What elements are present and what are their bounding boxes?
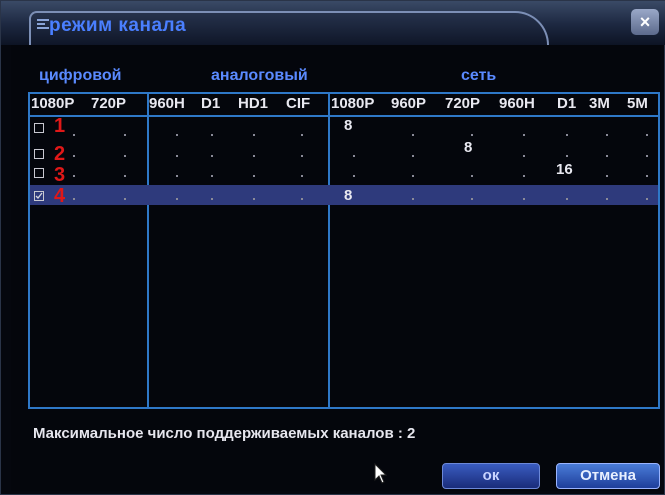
ok-button[interactable]: ок [442, 463, 540, 489]
empty-cell-dot [73, 198, 75, 200]
empty-cell-dot [646, 198, 648, 200]
close-icon[interactable]: × [631, 9, 659, 35]
empty-cell-dot [471, 198, 473, 200]
empty-cell-dot [353, 175, 355, 177]
row-2-net-720p-value: 8 [464, 139, 473, 156]
grid-divider-analog [328, 92, 330, 409]
group-analog-label: аналоговый [211, 67, 308, 84]
col-net-d1: D1 [557, 95, 577, 112]
empty-cell-dot [301, 198, 303, 200]
empty-cell-dot [412, 175, 414, 177]
empty-cell-dot [176, 198, 178, 200]
grid-divider-digital [147, 92, 149, 409]
check-icon [35, 192, 43, 199]
col-analog-cif: CIF [286, 95, 311, 112]
empty-cell-dot [253, 198, 255, 200]
empty-cell-dot [523, 155, 525, 157]
empty-cell-dot [523, 175, 525, 177]
cancel-button[interactable]: Отмена [556, 463, 660, 489]
empty-cell-dot [124, 134, 126, 136]
max-channels-label: Максимальное число поддерживаемых канало… [33, 425, 416, 442]
empty-cell-dot [176, 134, 178, 136]
empty-cell-dot [646, 155, 648, 157]
empty-cell-dot [566, 155, 568, 157]
empty-cell-dot [606, 198, 608, 200]
group-network-label: сеть [461, 67, 497, 84]
empty-cell-dot [606, 175, 608, 177]
row-2-marker: 2 [54, 143, 66, 165]
empty-cell-dot [523, 198, 525, 200]
empty-cell-dot [471, 134, 473, 136]
empty-cell-dot [566, 134, 568, 136]
col-net-960p: 960P [391, 95, 427, 112]
empty-cell-dot [566, 198, 568, 200]
col-net-1080p: 1080P [331, 95, 375, 112]
empty-cell-dot [412, 198, 414, 200]
empty-cell-dot [606, 134, 608, 136]
empty-cell-dot [253, 175, 255, 177]
empty-cell-dot [301, 134, 303, 136]
col-net-720p: 720P [445, 95, 481, 112]
col-analog-d1: D1 [201, 95, 221, 112]
empty-cell-dot [176, 175, 178, 177]
col-analog-hd1: HD1 [238, 95, 269, 112]
empty-cell-dot [253, 155, 255, 157]
row-1-net-1080p-value: 8 [344, 117, 353, 134]
col-digital-1080p: 1080P [31, 95, 75, 112]
empty-cell-dot [301, 155, 303, 157]
empty-cell-dot [211, 175, 213, 177]
mouse-cursor-icon [374, 463, 388, 484]
row-1-checkbox[interactable] [34, 123, 44, 133]
empty-cell-dot [124, 155, 126, 157]
empty-cell-dot [211, 198, 213, 200]
empty-cell-dot [523, 134, 525, 136]
empty-cell-dot [211, 134, 213, 136]
empty-cell-dot [606, 155, 608, 157]
col-net-5m: 5M [627, 95, 648, 112]
empty-cell-dot [471, 175, 473, 177]
col-net-960h: 960H [499, 95, 535, 112]
empty-cell-dot [73, 175, 75, 177]
row-4-net-1080p-value: 8 [344, 187, 353, 204]
col-net-3m: 3M [589, 95, 610, 112]
row-2-checkbox[interactable] [34, 149, 44, 159]
row-3-net-d1-value: 16 [556, 161, 573, 178]
empty-cell-dot [646, 175, 648, 177]
empty-cell-dot [412, 155, 414, 157]
col-digital-720p: 720P [91, 95, 127, 112]
row-3-checkbox[interactable] [34, 168, 44, 178]
channel-mode-dialog: режим канала × цифровой аналоговый сеть … [0, 0, 665, 495]
empty-cell-dot [301, 175, 303, 177]
channel-grid [28, 92, 660, 409]
empty-cell-dot [124, 175, 126, 177]
empty-cell-dot [73, 155, 75, 157]
row-3-marker: 3 [54, 164, 66, 186]
empty-cell-dot [253, 134, 255, 136]
row-4-marker: 4 [54, 185, 66, 207]
col-analog-960h: 960H [149, 95, 185, 112]
dialog-title: режим канала [49, 15, 187, 36]
row-4-checkbox[interactable] [34, 191, 44, 201]
row-1-marker: 1 [54, 115, 66, 137]
empty-cell-dot [412, 134, 414, 136]
title-icon [37, 19, 49, 29]
empty-cell-dot [646, 134, 648, 136]
empty-cell-dot [353, 155, 355, 157]
empty-cell-dot [176, 155, 178, 157]
empty-cell-dot [211, 155, 213, 157]
empty-cell-dot [73, 134, 75, 136]
group-digital-label: цифровой [39, 67, 122, 84]
empty-cell-dot [124, 198, 126, 200]
